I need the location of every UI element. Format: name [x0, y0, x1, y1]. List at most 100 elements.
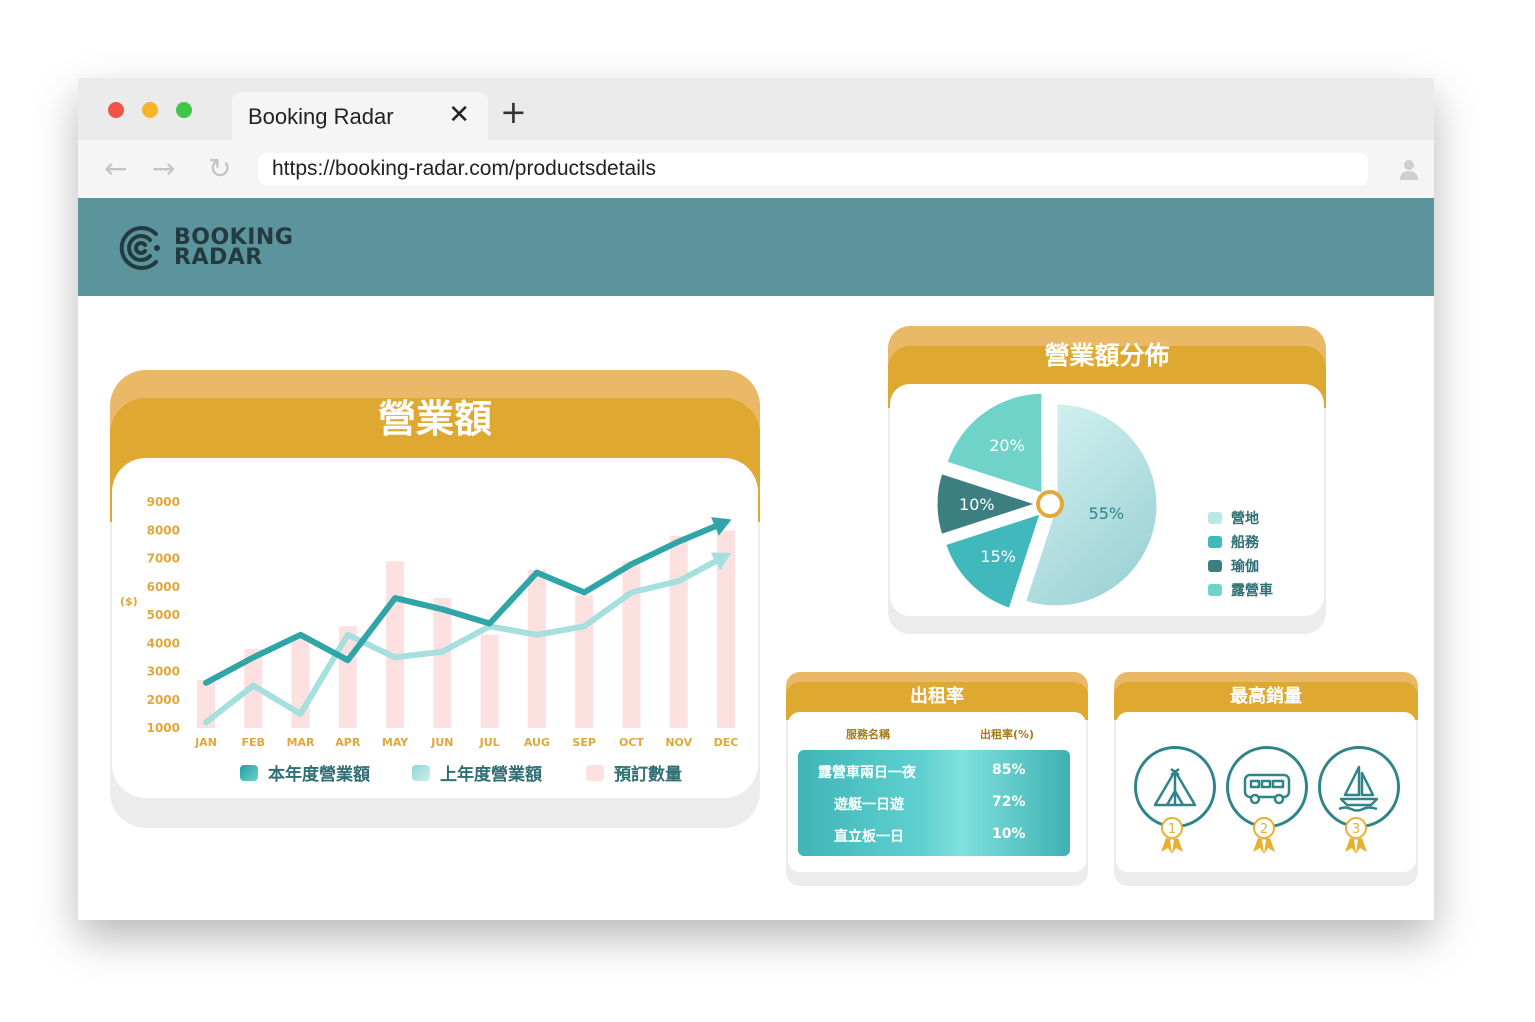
legend-swatch [586, 764, 604, 781]
y-tick-label: 2000 [147, 693, 180, 707]
pie-legend-yoga: 瑜伽 [1208, 556, 1259, 576]
y-tick-label: 3000 [147, 665, 180, 679]
booking-bar [386, 561, 405, 728]
revenue-card: 營業額 1000 2000 3000 4000 5000 6000 7000 8000 9000… [110, 370, 760, 828]
row-rate: 85% [992, 762, 1026, 778]
y-tick-label: 9000 [147, 495, 180, 509]
back-arrow-icon[interactable]: ← [104, 152, 127, 185]
url-text: https://booking-radar.com/productsdetail… [272, 157, 657, 180]
navigation-bar: ← → ↻ https://booking-radar.com/products… [78, 140, 1434, 198]
column-header-rate: 出租率(%) [980, 728, 1035, 741]
distribution-title: 營業額分佈 [1044, 341, 1170, 370]
pie-legend-campervan: 露營車 [1208, 580, 1273, 600]
legend-bookings: 預訂數量 [586, 760, 682, 785]
series-line [203, 518, 729, 686]
legend-swatch [240, 764, 258, 781]
column-header-service: 服務名稱 [846, 728, 890, 741]
pie-value-label: 20% [989, 436, 1025, 455]
y-axis-unit: ($) [120, 595, 138, 608]
pie-value-label: 15% [980, 547, 1016, 566]
x-tick-label: FEB [242, 736, 265, 749]
logo-text: BOOKING RADAR [174, 227, 293, 270]
legend-swatch [1208, 512, 1222, 524]
address-bar[interactable]: https://booking-radar.com/productsdetail… [258, 153, 1368, 185]
row-service-name: 遊艇一日遊 [834, 797, 904, 813]
booking-bar [527, 569, 546, 728]
pie-legend-boat: 船務 [1208, 532, 1259, 552]
y-tick-label: 8000 [147, 523, 180, 537]
top-product-3[interactable] [1318, 746, 1400, 828]
occupancy-card: 出租率 服務名稱 出租率(%) 露營車兩日一夜 85% 遊艇一日遊 72% 直立… [786, 672, 1088, 886]
legend-label: 瑜伽 [1231, 559, 1259, 575]
x-tick-label: NOV [665, 736, 692, 749]
y-tick-label: 6000 [147, 580, 180, 594]
booking-bar [575, 595, 594, 728]
tab-close-icon[interactable]: ✕ [448, 100, 470, 130]
reload-icon[interactable]: ↻ [208, 152, 231, 185]
legend-label: 露營車 [1231, 583, 1273, 599]
profile-icon[interactable] [1398, 158, 1420, 180]
top-product-2[interactable] [1226, 746, 1308, 828]
top-sales-card: 最高銷量 1 2 3 [1114, 672, 1418, 886]
minimize-window-button[interactable] [142, 102, 158, 118]
browser-window: Booking Radar ✕ + ← → ↻ https://booking-… [78, 78, 1434, 920]
revenue-chart: 1000 2000 3000 4000 5000 6000 7000 8000 9000 ($) J… [120, 495, 739, 749]
x-tick-label: JUN [430, 736, 453, 749]
logo-icon [119, 226, 160, 270]
close-window-button[interactable] [108, 102, 124, 118]
x-tick-label: DEC [714, 736, 739, 749]
booking-bar [622, 561, 641, 728]
sailboat-icon [1338, 765, 1379, 812]
row-service-name: 露營車兩日一夜 [818, 765, 916, 781]
pie-value-label: 10% [959, 495, 995, 514]
new-tab-icon[interactable]: + [500, 96, 527, 128]
dashboard-content: 營業額 1000 2000 3000 4000 5000 6000 7000 8000 9000… [78, 296, 1434, 920]
distribution-pie-chart: 55% 15% 10% 20% [934, 390, 1160, 612]
forward-arrow-icon[interactable]: → [152, 152, 175, 185]
legend-this-year: 本年度營業額 [240, 760, 370, 785]
legend-swatch [1208, 536, 1222, 548]
revenue-chart-area: 1000 2000 3000 4000 5000 6000 7000 8000 9000 ($) J… [112, 458, 758, 798]
x-tick-label: MAY [382, 736, 409, 749]
legend-label: 船務 [1231, 535, 1259, 551]
booking-bar [480, 634, 499, 728]
browser-tab[interactable]: Booking Radar ✕ [232, 92, 488, 140]
x-tick-label: APR [335, 736, 361, 749]
logo-line-2: RADAR [174, 245, 263, 270]
legend-swatch [1208, 584, 1222, 596]
pie-value-label: 55% [1089, 504, 1125, 523]
site-header: BOOKING RADAR [78, 198, 1434, 296]
legend-label: 營地 [1231, 511, 1259, 527]
legend-label: 上年度營業額 [440, 765, 542, 785]
legend-label: 本年度營業額 [268, 765, 370, 785]
occupancy-title: 出租率 [910, 686, 964, 707]
revenue-title: 營業額 [377, 397, 492, 441]
y-tick-label: 7000 [147, 552, 180, 566]
x-tick-label: JAN [194, 736, 217, 749]
distribution-chart-area: 55% 15% 10% 20% 營地 船務 瑜伽 露營車 [890, 384, 1324, 616]
y-tick-label: 1000 [147, 721, 180, 735]
x-tick-label: OCT [619, 736, 644, 749]
x-tick-label: AUG [524, 736, 550, 749]
legend-label: 預訂數量 [614, 765, 682, 785]
row-rate: 72% [992, 794, 1026, 810]
tab-bar: Booking Radar ✕ + [78, 78, 1434, 140]
legend-last-year: 上年度營業額 [412, 760, 542, 785]
y-tick-label: 4000 [147, 636, 180, 650]
x-tick-label: JUL [479, 736, 500, 749]
x-tick-label: MAR [287, 736, 315, 749]
booking-bar [669, 535, 688, 728]
top-sales-body: 1 2 3 [1116, 712, 1416, 872]
top-sales-title: 最高銷量 [1230, 686, 1302, 707]
maximize-window-button[interactable] [176, 102, 192, 118]
series-line [203, 552, 729, 726]
top-product-1[interactable] [1134, 746, 1216, 828]
tent-icon [1153, 768, 1197, 807]
bus-icon [1243, 773, 1291, 805]
tab-title: Booking Radar [248, 104, 394, 129]
booking-bar [433, 598, 452, 728]
occupancy-rows-panel: 露營車兩日一夜 85% 遊艇一日遊 72% 直立板一日 10% [798, 750, 1070, 856]
distribution-card: 營業額分佈 55% 15% 10% 20% 營地 船務 瑜伽 露營車 [888, 326, 1326, 638]
x-tick-label: SEP [572, 736, 596, 749]
legend-swatch [412, 764, 430, 781]
